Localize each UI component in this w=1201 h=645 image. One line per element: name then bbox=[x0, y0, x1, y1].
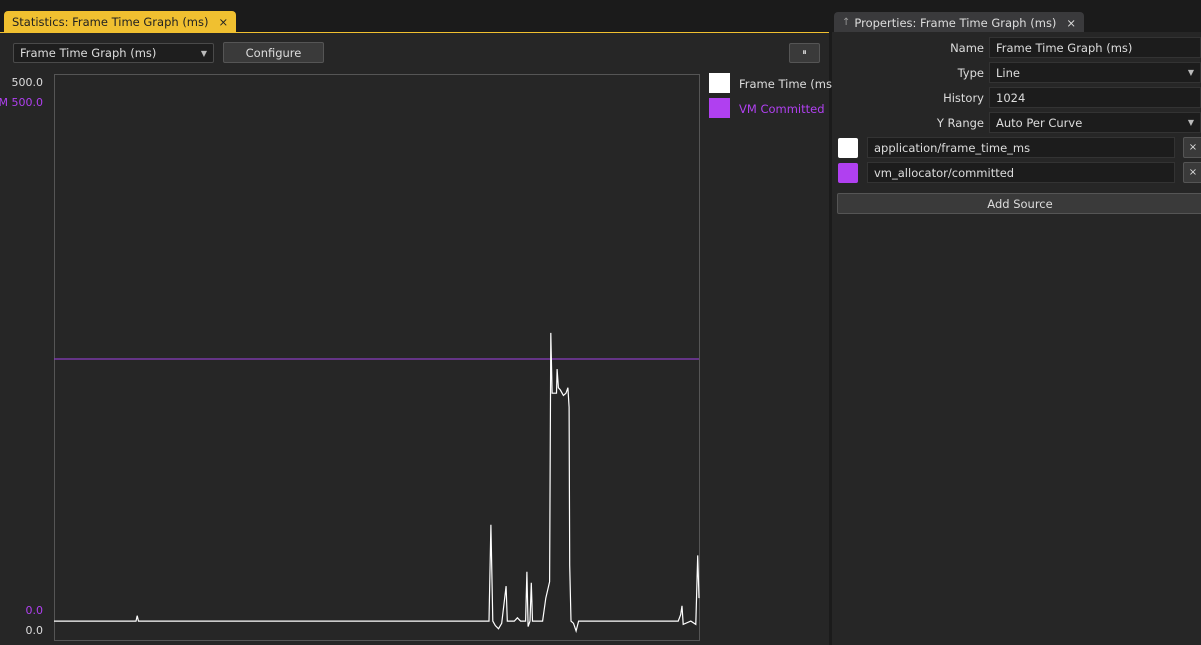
tab-title: Properties: Frame Time Graph (ms) bbox=[854, 15, 1057, 30]
close-icon[interactable]: × bbox=[218, 15, 228, 29]
source-path: application/frame_time_ms bbox=[874, 140, 1031, 155]
legend-swatch-vm bbox=[709, 98, 730, 118]
source-color-swatch[interactable] bbox=[838, 138, 858, 158]
frame-time-plot bbox=[54, 74, 700, 641]
y-min-label-vm: 0.0 bbox=[25, 604, 44, 617]
legend-swatch-frame-time bbox=[709, 73, 730, 93]
remove-source-button[interactable]: × bbox=[1183, 137, 1201, 158]
pause-button[interactable]: ⏸ bbox=[789, 43, 820, 63]
close-icon[interactable]: × bbox=[1066, 16, 1076, 30]
y-min-label-frame-time: 0.0 bbox=[25, 624, 44, 637]
chevron-down-icon: ▼ bbox=[1187, 118, 1194, 127]
name-label: Name bbox=[950, 41, 984, 55]
name-input[interactable]: Frame Time Graph (ms) bbox=[989, 37, 1201, 58]
source-input[interactable]: application/frame_time_ms bbox=[867, 137, 1175, 158]
source-input[interactable]: vm_allocator/committed bbox=[867, 162, 1175, 183]
y-max-label-vm: 500.0 M bbox=[0, 96, 43, 109]
history-input[interactable]: 1024 bbox=[989, 87, 1201, 108]
name-value: Frame Time Graph (ms) bbox=[996, 40, 1133, 55]
chevron-down-icon: ▼ bbox=[200, 48, 207, 58]
type-value: Line bbox=[996, 65, 1020, 80]
tab-title: Statistics: Frame Time Graph (ms) bbox=[12, 14, 209, 29]
y-range-value: Auto Per Curve bbox=[996, 115, 1083, 130]
legend-label-vm: VM Committed bbox=[739, 102, 825, 116]
y-range-select[interactable]: Auto Per Curve ▼ bbox=[989, 112, 1201, 133]
tab-statistics[interactable]: Statistics: Frame Time Graph (ms) × bbox=[4, 11, 237, 32]
graph-select[interactable]: Frame Time Graph (ms) ▼ bbox=[13, 43, 214, 63]
y-max-label-frame-time: 500.0 bbox=[11, 76, 44, 89]
tab-properties[interactable]: ↑ Properties: Frame Time Graph (ms) × bbox=[834, 12, 1085, 33]
remove-source-button[interactable]: × bbox=[1183, 162, 1201, 183]
history-label: History bbox=[943, 91, 984, 105]
source-path: vm_allocator/committed bbox=[874, 165, 1015, 180]
configure-button[interactable]: Configure bbox=[223, 42, 324, 63]
legend-label-frame-time: Frame Time (ms) bbox=[739, 77, 837, 91]
pin-icon[interactable]: ↑ bbox=[842, 17, 850, 28]
type-select[interactable]: Line ▼ bbox=[989, 62, 1201, 83]
history-value: 1024 bbox=[996, 90, 1026, 105]
type-label: Type bbox=[957, 66, 984, 80]
plot-border bbox=[54, 74, 700, 641]
y-range-label: Y Range bbox=[936, 116, 984, 130]
add-source-button[interactable]: Add Source bbox=[837, 193, 1201, 214]
chevron-down-icon: ▼ bbox=[1187, 68, 1194, 77]
graph-select-value: Frame Time Graph (ms) bbox=[20, 46, 157, 60]
source-color-swatch[interactable] bbox=[838, 163, 858, 183]
